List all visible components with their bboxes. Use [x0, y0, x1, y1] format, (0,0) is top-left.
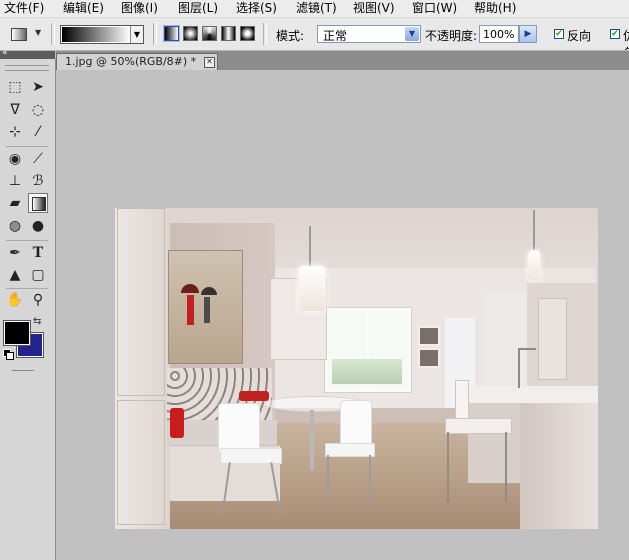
lasso-tool-icon[interactable]: ᐁ — [5, 100, 25, 120]
menu-file[interactable]: 文件(F) — [4, 1, 44, 16]
hand-tool-icon[interactable]: ✋ — [5, 290, 25, 310]
foreground-color-swatch[interactable] — [4, 321, 30, 345]
gradient-tool-button[interactable] — [28, 193, 48, 213]
clone-stamp-tool-icon[interactable]: ⊥ — [5, 171, 25, 191]
radial-gradient-button[interactable] — [183, 26, 198, 41]
opacity-slider-arrow-icon[interactable]: ▶ — [519, 25, 537, 43]
quick-selection-tool-icon[interactable]: ◌ — [28, 100, 48, 120]
separator — [6, 240, 48, 241]
gradient-tool-icon — [32, 197, 46, 211]
reverse-checkbox[interactable]: ✔ — [554, 29, 564, 39]
menu-image[interactable]: 图像(I) — [121, 1, 158, 16]
document-tab[interactable]: 1.jpg @ 50%(RGB/8#) * ✕ — [56, 53, 218, 70]
document-image[interactable] — [115, 208, 598, 529]
default-colors-icon[interactable] — [3, 349, 14, 360]
text-tool-icon[interactable]: T — [28, 243, 48, 263]
menu-window[interactable]: 窗口(W) — [412, 1, 457, 16]
separator — [6, 288, 48, 289]
separator — [153, 23, 157, 45]
separator — [51, 23, 55, 45]
gradient-picker[interactable]: ▼ — [60, 25, 144, 44]
document-tab-title: 1.jpg @ 50%(RGB/8#) * — [65, 55, 197, 68]
gradient-tool-icon — [11, 28, 27, 41]
history-brush-tool-icon[interactable]: ℬ — [28, 171, 48, 191]
opacity-input[interactable]: 100% — [479, 25, 519, 43]
separator — [6, 146, 48, 147]
tools-panel-header[interactable]: « — [0, 48, 55, 59]
eyedropper-tool-icon[interactable]: ⁄ — [28, 122, 48, 142]
chandelier — [299, 266, 325, 311]
dodge-tool-icon[interactable]: ● — [28, 216, 48, 236]
panel-grip[interactable] — [5, 65, 49, 71]
dither-label: 仿色 — [623, 27, 629, 50]
pen-tool-icon[interactable]: ✒ — [5, 243, 25, 263]
mode-label: 模式: — [276, 29, 305, 43]
reverse-label: 反向 — [567, 29, 592, 43]
options-bar: ▼ ▼ 模式: 正常 ▼ 不透明度: 100% ▶ ✔ 反向 ✔ 仿色 — [0, 18, 629, 51]
blur-tool-icon[interactable]: ◍ — [5, 216, 25, 236]
dropdown-arrow-icon: ▼ — [35, 28, 42, 37]
tool-preset-picker[interactable]: ▼ — [8, 24, 46, 44]
zoom-tool-icon[interactable]: ⚲ — [28, 290, 48, 310]
marquee-tool-icon[interactable]: ⬚ — [5, 77, 25, 97]
linear-gradient-button[interactable] — [164, 26, 179, 41]
opacity-label: 不透明度: — [425, 29, 478, 43]
dropdown-arrow-icon[interactable]: ▼ — [130, 26, 143, 43]
eraser-tool-icon[interactable]: ▰ — [5, 193, 25, 213]
menu-edit[interactable]: 编辑(E) — [63, 1, 104, 16]
painting — [168, 250, 243, 364]
path-selection-tool-icon[interactable]: ▲ — [5, 265, 25, 285]
quick-mask-button[interactable] — [12, 370, 34, 371]
collapse-icon[interactable]: « — [2, 48, 8, 58]
menu-view[interactable]: 视图(V) — [353, 1, 395, 16]
menu-bar: 文件(F) 编辑(E) 图像(I) 图层(L) 选择(S) 滤镜(T) 视图(V… — [0, 0, 629, 18]
chevron-down-icon[interactable]: ▼ — [405, 27, 419, 41]
move-tool-icon[interactable]: ➤ — [28, 77, 48, 97]
mode-select[interactable]: 正常 ▼ — [317, 25, 421, 43]
reflected-gradient-button[interactable] — [221, 26, 236, 41]
angle-gradient-button[interactable] — [202, 26, 217, 41]
separator — [263, 23, 267, 45]
swap-colors-icon[interactable]: ⇆ — [33, 316, 41, 327]
shape-tool-icon[interactable]: ▢ — [28, 265, 48, 285]
crop-tool-icon[interactable]: ⊹ — [5, 122, 25, 142]
dither-checkbox[interactable]: ✔ — [610, 29, 620, 39]
menu-layer[interactable]: 图层(L) — [178, 1, 218, 16]
menu-help[interactable]: 帮助(H) — [474, 1, 516, 16]
gradient-preview — [62, 27, 130, 42]
brush-tool-icon[interactable]: ⟋ — [28, 149, 48, 169]
menu-select[interactable]: 选择(S) — [236, 1, 277, 16]
close-icon[interactable]: ✕ — [204, 57, 215, 68]
mode-value: 正常 — [323, 29, 348, 43]
window — [325, 308, 411, 392]
tools-panel: ⬚ ➤ ᐁ ◌ ⊹ ⁄ ◉ ⟋ ⊥ ℬ ▰ ◍ ● ✒ T ▲ ▢ ✋ ⚲ ⇆ — [0, 59, 56, 560]
healing-brush-tool-icon[interactable]: ◉ — [5, 149, 25, 169]
document-tab-bar: 1.jpg @ 50%(RGB/8#) * ✕ — [56, 51, 629, 70]
menu-filter[interactable]: 滤镜(T) — [296, 1, 337, 16]
diamond-gradient-button[interactable] — [240, 26, 255, 41]
